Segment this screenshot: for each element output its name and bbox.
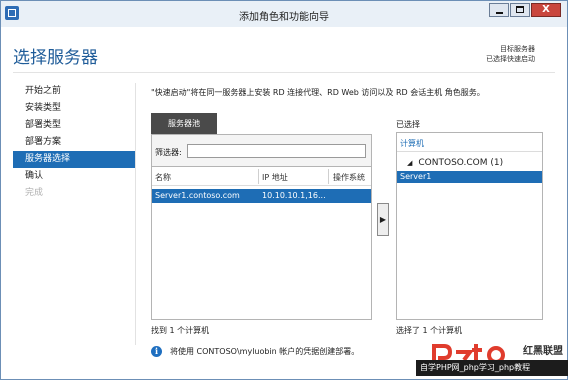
filter-label: 筛选器: bbox=[155, 148, 182, 157]
title-bar[interactable]: 添加角色和功能向导 X bbox=[1, 1, 567, 27]
minimize-button[interactable] bbox=[489, 3, 509, 17]
row-ip: 10.10.10.1,16... bbox=[262, 191, 326, 200]
info-text: 将使用 CONTOSO\myluobin 帐户的凭据创建部署。 bbox=[170, 347, 360, 356]
window-title: 添加角色和功能向导 bbox=[239, 12, 329, 23]
page-title: 选择服务器 bbox=[13, 48, 98, 68]
nav-item-deployment-type[interactable]: 部署类型 bbox=[13, 117, 135, 134]
wizard-nav: 开始之前 安装类型 部署类型 部署方案 服务器选择 确认 完成 bbox=[13, 83, 135, 202]
selected-header-line bbox=[397, 151, 542, 152]
nav-item-deployment-scenario[interactable]: 部署方案 bbox=[13, 134, 135, 151]
wizard-window: 添加角色和功能向导 X 选择服务器 目标服务器 已选择快速启动 开始之前 安装类… bbox=[0, 0, 568, 380]
found-count: 找到 1 个计算机 bbox=[151, 326, 210, 335]
target-server-value: 已选择快速启动 bbox=[486, 55, 535, 63]
filter-input[interactable] bbox=[187, 144, 366, 158]
table-row[interactable]: Server1.contoso.com 10.10.10.1,16... bbox=[152, 189, 371, 203]
watermark-brand: 红黑联盟 bbox=[523, 346, 563, 357]
domain-group-label: CONTOSO.COM (1) bbox=[418, 158, 504, 168]
header-divider-line bbox=[152, 185, 371, 186]
column-header-os[interactable]: 操作系统 bbox=[333, 172, 365, 183]
column-header-name[interactable]: 名称 bbox=[155, 172, 171, 183]
page-description: "快速启动"将在同一服务器上安装 RD 连接代理、RD Web 访问以及 RD … bbox=[151, 88, 485, 97]
domain-group[interactable]: ◢ CONTOSO.COM (1) bbox=[407, 158, 503, 168]
column-header-ip[interactable]: IP 地址 bbox=[262, 172, 288, 183]
target-server-title: 目标服务器 bbox=[500, 45, 535, 53]
column-separator[interactable] bbox=[328, 169, 329, 184]
target-server-info: 目标服务器 已选择快速启动 bbox=[486, 44, 535, 64]
watermark-strip: 自学PHP网_php学习_php教程 bbox=[416, 360, 568, 376]
info-icon: i bbox=[151, 346, 162, 357]
nav-item-before-you-begin[interactable]: 开始之前 bbox=[13, 83, 135, 100]
window-controls: X bbox=[488, 3, 561, 17]
collapse-triangle-icon[interactable]: ◢ bbox=[407, 159, 412, 167]
nav-divider bbox=[135, 83, 136, 345]
selected-item[interactable]: Server1 bbox=[397, 171, 542, 183]
selected-count: 选择了 1 个计算机 bbox=[396, 326, 463, 335]
add-server-button[interactable]: ▶ bbox=[377, 203, 389, 236]
header-divider bbox=[13, 72, 555, 73]
column-separator[interactable] bbox=[258, 169, 259, 184]
nav-item-completion: 完成 bbox=[25, 188, 44, 198]
row-name: Server1.contoso.com bbox=[155, 191, 240, 200]
close-button[interactable]: X bbox=[531, 3, 561, 17]
nav-item-installation-type[interactable]: 安装类型 bbox=[13, 100, 135, 117]
tab-server-pool[interactable]: 服务器池 bbox=[151, 113, 217, 134]
maximize-button[interactable] bbox=[510, 3, 530, 17]
nav-item-server-selection[interactable]: 服务器选择 bbox=[13, 151, 135, 168]
selected-column-header[interactable]: 计算机 bbox=[400, 138, 424, 149]
selected-label: 已选择 bbox=[396, 120, 420, 129]
nav-item-confirmation[interactable]: 确认 bbox=[13, 168, 135, 185]
